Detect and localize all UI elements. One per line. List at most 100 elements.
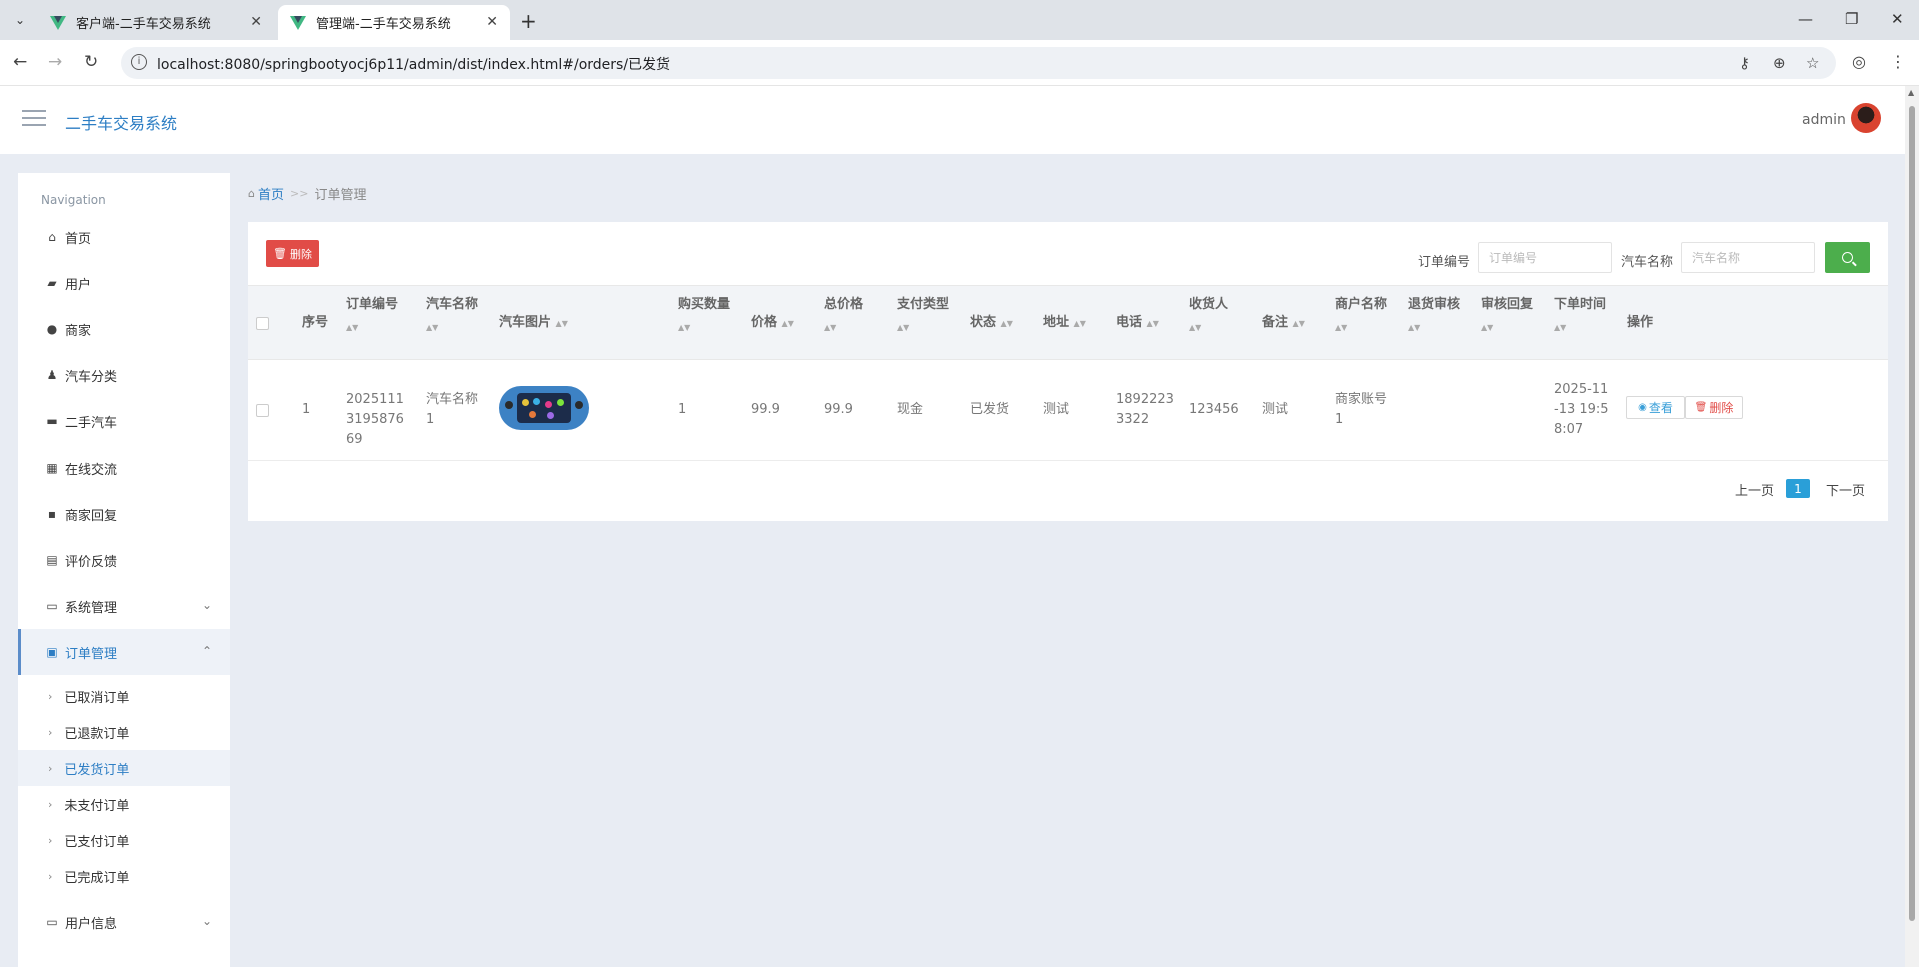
forward-icon[interactable]: → <box>48 52 62 72</box>
trash-icon: 🗑 <box>1694 402 1708 413</box>
url-text[interactable]: localhost:8080/springbootyocj6p11/admin/… <box>157 54 670 74</box>
sidebar-item-system[interactable]: ▭ 系统管理 ⌄ <box>18 583 230 629</box>
cell-status: 已发货 <box>970 402 1010 417</box>
select-all-checkbox[interactable] <box>256 317 269 330</box>
tab-title: 客户端-二手车交易系统 <box>76 17 211 32</box>
sidebar-subitem-label: 未支付订单 <box>64 798 130 814</box>
sidebar-item-user-info[interactable]: ▭ 用户信息 ⌄ <box>18 899 230 945</box>
sidebar-subitem-unpaid[interactable]: › 未支付订单 <box>18 786 230 822</box>
sidebar-item-merchants[interactable]: ● 商家 <box>18 306 230 352</box>
column-header[interactable]: 价格 ▲▼ <box>751 312 794 335</box>
bulk-delete-button[interactable]: 🗑 删除 <box>266 240 319 267</box>
new-tab-button[interactable]: + <box>520 9 537 33</box>
sidebar-subitem-refunded[interactable]: › 已退款订单 <box>18 714 230 750</box>
sidebar-subitem-paid[interactable]: › 已支付订单 <box>18 822 230 858</box>
prev-page-button[interactable]: 上一页 <box>1735 480 1774 499</box>
car-image[interactable] <box>499 386 589 430</box>
scroll-up-icon[interactable]: ▲ <box>1908 88 1914 97</box>
scroll-thumb[interactable] <box>1909 106 1915 921</box>
sidebar-subitem-label: 已退款订单 <box>64 726 130 742</box>
sidebar-item-label: 评价反馈 <box>65 554 118 570</box>
row-checkbox[interactable] <box>256 404 269 417</box>
sidebar-item-users[interactable]: ▰ 用户 <box>18 260 230 306</box>
row-delete-button[interactable]: 🗑 删除 <box>1685 396 1743 419</box>
sidebar-item-label: 二手汽车 <box>65 415 118 431</box>
cell-order-time: 2025-11-13 19:58:07 <box>1554 382 1609 437</box>
chevron-up-icon: ⌃ <box>201 644 212 658</box>
sidebar-item-car-categories[interactable]: ♟ 汽车分类 <box>18 352 230 398</box>
sort-icon: ▲▼ <box>1292 319 1305 328</box>
address-bar[interactable]: i localhost:8080/springbootyocj6p11/admi… <box>121 47 1836 79</box>
column-header[interactable]: 订单编号 ▲▼ <box>346 294 398 339</box>
order-no-input[interactable] <box>1478 242 1612 273</box>
breadcrumb-home[interactable]: 首页 <box>258 184 284 203</box>
more-menu-icon[interactable]: ⋮ <box>1890 52 1906 71</box>
column-header[interactable]: 支付类型 ▲▼ <box>897 294 949 339</box>
thumb-screen <box>517 393 571 423</box>
grid-icon: ▦ <box>46 461 58 475</box>
column-header[interactable]: 下单时间 ▲▼ <box>1554 294 1606 339</box>
sidebar-item-label: 在线交流 <box>65 462 118 478</box>
sidebar-item-merchant-replies[interactable]: ▪ 商家回复 <box>18 491 230 537</box>
tab-search-button[interactable]: ⌄ <box>8 8 32 32</box>
browser-tab-admin[interactable]: 管理端-二手车交易系统 ✕ <box>278 5 510 40</box>
search-icon <box>1842 252 1853 263</box>
browser-tab-client[interactable]: 客户端-二手车交易系统 ✕ <box>38 5 274 40</box>
column-header[interactable]: 备注 ▲▼ <box>1262 312 1305 335</box>
person-icon: ♟ <box>46 368 58 382</box>
column-header[interactable]: 购买数量 ▲▼ <box>678 294 730 339</box>
site-info-icon[interactable]: i <box>131 54 147 70</box>
close-icon[interactable]: ✕ <box>250 14 262 30</box>
sidebar-subitem-shipped[interactable]: › 已发货订单 <box>18 750 230 786</box>
tab-title: 管理端-二手车交易系统 <box>316 17 451 32</box>
sidebar-item-online-chat[interactable]: ▦ 在线交流 <box>18 445 230 491</box>
reload-icon[interactable]: ↻ <box>84 52 98 72</box>
column-header[interactable]: 地址 ▲▼ <box>1043 312 1086 335</box>
sort-icon: ▲▼ <box>1408 323 1421 332</box>
back-icon[interactable]: ← <box>13 52 27 72</box>
window-close-icon[interactable]: ✕ <box>1891 10 1904 28</box>
sort-icon: ▲▼ <box>1000 319 1013 328</box>
view-button[interactable]: ◉ 查看 <box>1626 396 1685 419</box>
zoom-icon[interactable]: ⊕ <box>1773 54 1786 72</box>
sidebar-subitem-label: 已支付订单 <box>64 834 130 850</box>
column-header[interactable]: 状态 ▲▼ <box>970 312 1013 335</box>
sidebar-item-used-cars[interactable]: ▬ 二手汽车 <box>18 398 230 444</box>
close-icon[interactable]: ✕ <box>486 14 498 30</box>
minimize-icon[interactable]: — <box>1798 10 1813 28</box>
sidebar-subitem-completed[interactable]: › 已完成订单 <box>18 858 230 894</box>
avatar[interactable] <box>1851 103 1881 133</box>
column-header[interactable]: 审核回复 ▲▼ <box>1481 294 1533 339</box>
sidebar-subitem-cancelled[interactable]: › 已取消订单 <box>18 678 230 714</box>
bookmark-star-icon[interactable]: ☆ <box>1806 54 1819 72</box>
menu-toggle-icon[interactable] <box>22 110 46 128</box>
sidebar-item-feedback[interactable]: ▤ 评价反馈 <box>18 537 230 583</box>
eye-icon: ◉ <box>1638 402 1647 413</box>
car-name-input[interactable] <box>1681 242 1815 273</box>
column-header[interactable]: 总价格 ▲▼ <box>824 294 863 339</box>
column-header[interactable]: 电话 ▲▼ <box>1116 312 1159 335</box>
sidebar-item-home[interactable]: ⌂ 首页 <box>18 214 230 260</box>
page-number-current[interactable]: 1 <box>1786 479 1810 498</box>
search-button[interactable] <box>1825 242 1870 273</box>
column-header[interactable]: 商户名称 ▲▼ <box>1335 294 1387 339</box>
restore-icon[interactable]: ❐ <box>1845 10 1858 28</box>
column-header[interactable]: 收货人 ▲▼ <box>1189 294 1228 339</box>
column-header[interactable]: 汽车名称 ▲▼ <box>426 294 478 339</box>
sidebar: Navigation ⌂ 首页 ▰ 用户 ● 商家 ♟ 汽车分类 ▬ 二手汽车 … <box>18 173 230 967</box>
orders-panel: 🗑 删除 订单编号 汽车名称 序号 订单编号▲▼ 汽车名称▲▼ 汽车图片 ▲▼ … <box>248 222 1888 521</box>
sidebar-item-label: 订单管理 <box>65 646 118 662</box>
column-header[interactable]: 退货审核 ▲▼ <box>1408 294 1460 339</box>
vue-favicon-icon <box>50 15 66 30</box>
column-header[interactable]: 汽车图片 ▲▼ <box>499 312 568 335</box>
user-name[interactable]: admin <box>1802 112 1846 128</box>
table-row: 1 2025111319587669 汽车名称1 1 99.9 99.9 现金 … <box>248 360 1888 461</box>
page-scrollbar[interactable]: ▲ <box>1905 86 1919 967</box>
sidebar-item-orders[interactable]: ▣ 订单管理 ⌃ <box>18 629 230 675</box>
column-header: 序号 <box>302 315 329 330</box>
key-icon[interactable]: ⚷ <box>1739 54 1750 72</box>
view-label: 查看 <box>1648 401 1673 415</box>
thumb-stick-right <box>575 401 583 409</box>
profile-icon[interactable]: ◎ <box>1852 52 1866 71</box>
next-page-button[interactable]: 下一页 <box>1826 480 1865 499</box>
